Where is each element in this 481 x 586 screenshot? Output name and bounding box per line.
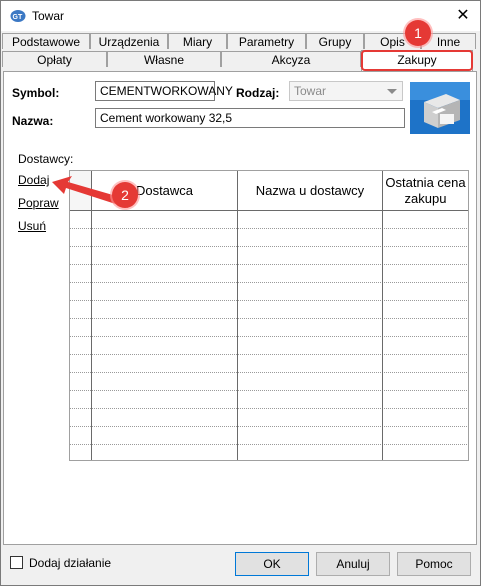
close-button[interactable]: ✕ — [452, 5, 474, 27]
column-header-nazwa[interactable]: Nazwa u dostawcy — [238, 171, 382, 210]
rodzaj-label: Rodzaj: — [236, 86, 280, 100]
chevron-down-icon — [387, 89, 397, 94]
column-header-cena[interactable]: Ostatnia cena zakupu — [383, 171, 468, 210]
tab-opłaty[interactable]: Opłaty — [2, 51, 107, 67]
help-button[interactable]: Pomoc — [397, 552, 471, 576]
cancel-button[interactable]: Anuluj — [316, 552, 390, 576]
rodzaj-value: Towar — [294, 84, 327, 98]
add-action-label: Dodaj działanie — [29, 556, 112, 570]
tab-parametry[interactable]: Parametry — [227, 33, 306, 49]
product-image — [410, 82, 470, 134]
tab-urządzenia[interactable]: Urządzenia — [90, 33, 168, 49]
annotation-marker-1: 1 — [405, 20, 431, 46]
symbol-label: Symbol: — [12, 86, 60, 100]
tab-podstawowe[interactable]: Podstawowe — [2, 33, 90, 49]
rodzaj-select[interactable]: Towar — [289, 81, 403, 101]
tab-miary[interactable]: Miary — [168, 33, 227, 49]
annotation-marker-2: 2 — [112, 182, 138, 208]
delete-supplier-link[interactable]: Usuń — [18, 219, 46, 233]
suppliers-label: Dostawcy: — [18, 152, 74, 166]
window-title: Towar — [32, 9, 65, 23]
symbol-input[interactable]: CEMENTWORKOWANY — [95, 81, 233, 101]
ok-button[interactable]: OK — [235, 552, 309, 576]
zakupy-highlight — [361, 50, 473, 71]
app-icon: GT — [10, 10, 26, 22]
add-supplier-link[interactable]: Dodaj — [18, 173, 49, 187]
tab-własne[interactable]: Własne — [107, 51, 221, 67]
nazwa-input[interactable]: Cement workowany 32,5 — [95, 108, 405, 128]
svg-text:GT: GT — [13, 14, 23, 21]
add-action-checkbox[interactable] — [10, 556, 23, 569]
nazwa-label: Nazwa: — [12, 114, 54, 128]
tab-grupy[interactable]: Grupy — [306, 33, 364, 49]
tab-akcyza[interactable]: Akcyza — [221, 51, 361, 67]
